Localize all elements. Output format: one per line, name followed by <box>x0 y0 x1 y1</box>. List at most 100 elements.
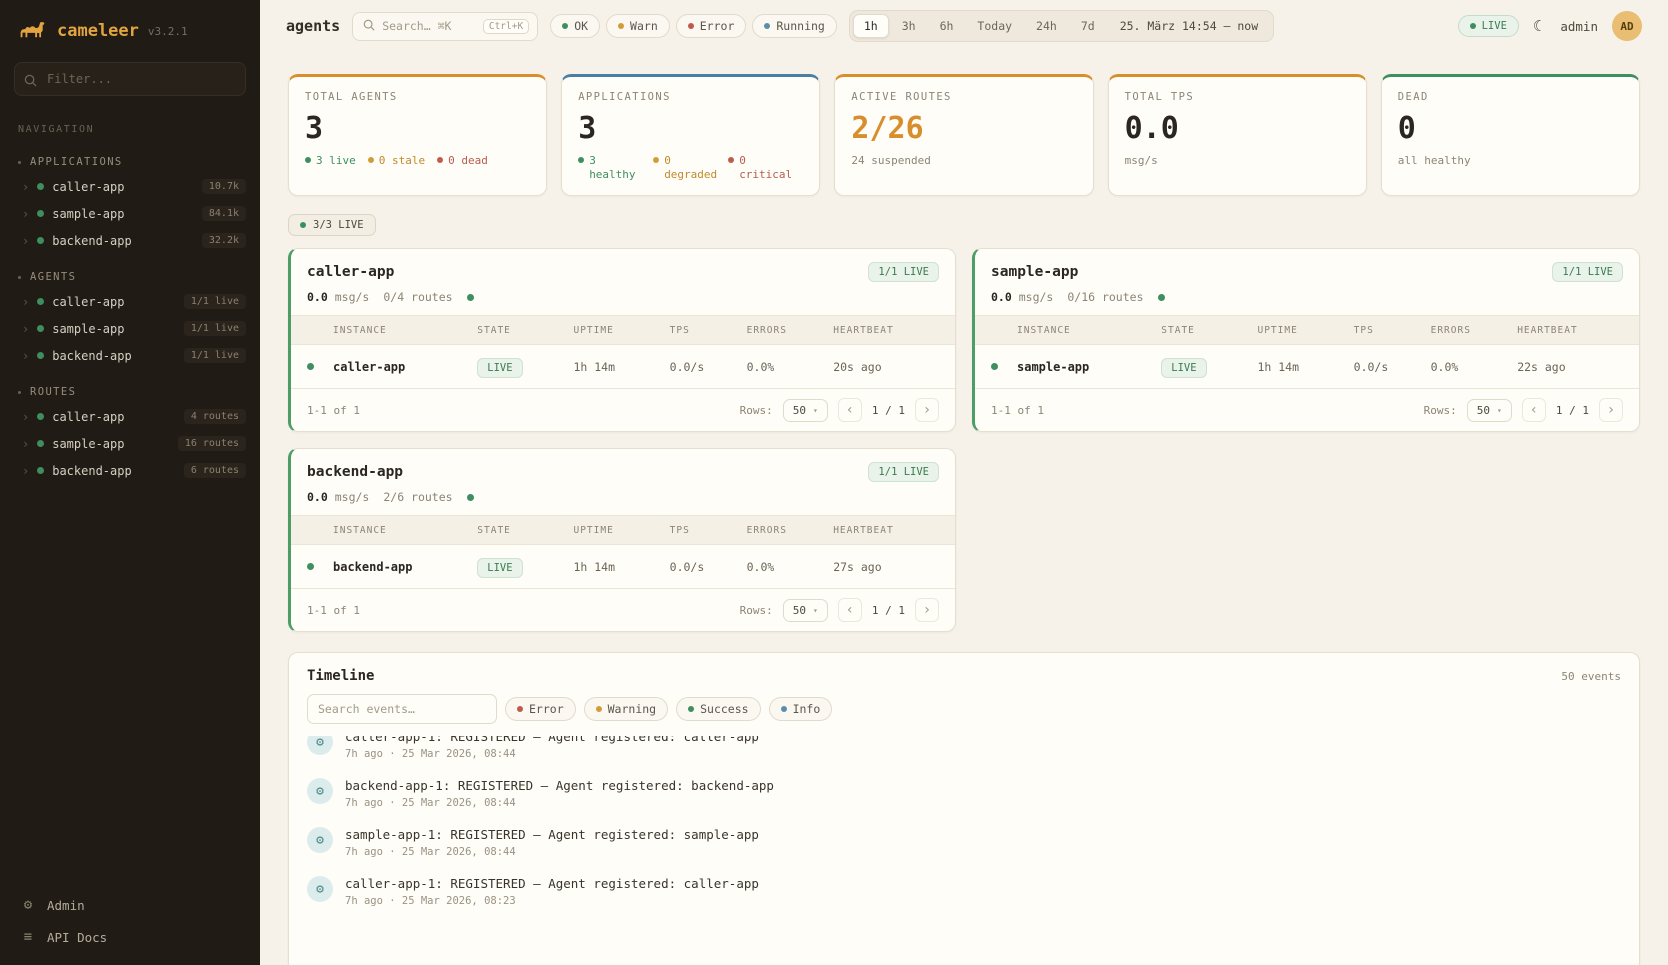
live-count-badge: 1/1 LIVE <box>1552 262 1623 282</box>
chip-label: Running <box>776 19 824 33</box>
chevron-right-icon: › <box>22 350 29 362</box>
sidebar-item-label: backend-app <box>52 234 194 248</box>
avatar[interactable]: AD <box>1612 11 1642 41</box>
prev-page-button[interactable]: ‹ <box>838 598 862 622</box>
sidebar-item-backend-app[interactable]: › backend-app 32.2k <box>0 227 260 254</box>
info-dot <box>781 706 787 712</box>
section-bullet-icon <box>18 161 21 164</box>
sidebar-item-label: caller-app <box>52 410 176 424</box>
filter-chip-warn[interactable]: Warn <box>606 14 670 38</box>
chip-label: Info <box>793 702 821 716</box>
chevron-down-icon: ▾ <box>813 406 818 415</box>
chip-label: OK <box>574 19 588 33</box>
prev-page-button[interactable]: ‹ <box>838 398 862 422</box>
section-header-agents[interactable]: AGENTS <box>0 266 260 288</box>
table-header: INSTANCE STATE UPTIME TPS ERRORS HEARTBE… <box>291 315 955 345</box>
timeline-event[interactable]: ⚙ caller-app-1: REGISTERED — Agent regis… <box>289 736 1639 769</box>
sidebar-item-caller-app[interactable]: › caller-app 4 routes <box>0 403 260 430</box>
chevron-down-icon: ▾ <box>1497 406 1502 415</box>
column-header-errors: ERRORS <box>747 525 834 536</box>
sidebar-filter-input[interactable] <box>14 62 246 96</box>
stale-dot <box>368 157 374 163</box>
timeline-filter-success[interactable]: Success <box>676 697 760 721</box>
theme-toggle-moon-icon[interactable]: ☾ <box>1533 17 1546 35</box>
filter-chip-ok[interactable]: OK <box>550 14 600 38</box>
sidebar-item-label: sample-app <box>52 207 194 221</box>
timeline-event[interactable]: ⚙ backend-app-1: REGISTERED — Agent regi… <box>289 769 1639 818</box>
table-row[interactable]: caller-app LIVE 1h 14m 0.0/s 0.0% 20s ag… <box>291 345 955 388</box>
next-page-button[interactable]: › <box>1599 398 1623 422</box>
time-range-3h[interactable]: 3h <box>891 14 927 38</box>
tps-value: 0.0/s <box>670 360 747 374</box>
sidebar-item-caller-app[interactable]: › caller-app 1/1 live <box>0 288 260 315</box>
status-dot <box>37 325 44 332</box>
live-summary-label: 3/3 LIVE <box>313 219 364 231</box>
stat-cards-row: TOTAL AGENTS 3 3 live 0 stale 0 dead APP… <box>288 74 1640 196</box>
sidebar-item-api-docs[interactable]: ≡ API Docs <box>20 929 240 945</box>
stat-title: TOTAL TPS <box>1125 91 1350 103</box>
next-page-button[interactable]: › <box>915 598 939 622</box>
page-title: agents <box>286 17 340 35</box>
table-row[interactable]: backend-app LIVE 1h 14m 0.0/s 0.0% 27s a… <box>291 545 955 588</box>
section-header-applications[interactable]: APPLICATIONS <box>0 151 260 173</box>
timeline-events-list[interactable]: ⚙ caller-app-1: REGISTERED — Agent regis… <box>289 736 1639 916</box>
status-dot <box>467 294 474 301</box>
timeline-filter-error[interactable]: Error <box>505 697 576 721</box>
sidebar-item-sample-app[interactable]: › sample-app 84.1k <box>0 200 260 227</box>
stat-value: 2/26 <box>851 113 1076 145</box>
timeline-filter-info[interactable]: Info <box>769 697 833 721</box>
warn-status-dot <box>618 23 624 29</box>
sidebar-item-sample-app[interactable]: › sample-app 16 routes <box>0 430 260 457</box>
row-range-label: 1-1 of 1 <box>991 404 1044 417</box>
topbar: agents Search… ⌘K Ctrl+K OK Warn Error <box>260 0 1668 52</box>
sidebar-item-caller-app[interactable]: › caller-app 10.7k <box>0 173 260 200</box>
prev-page-button[interactable]: ‹ <box>1522 398 1546 422</box>
time-range-6h[interactable]: 6h <box>929 14 965 38</box>
status-dot <box>307 363 314 370</box>
stat-detail: 0 dead <box>448 154 488 167</box>
uptime-value: 1h 14m <box>1257 360 1353 374</box>
event-title: sample-app-1: REGISTERED — Agent registe… <box>345 827 759 842</box>
throughput-value: 0.0 <box>307 290 328 304</box>
tps-value: 0.0/s <box>1354 360 1431 374</box>
time-range-1h[interactable]: 1h <box>853 14 889 38</box>
api-docs-label: API Docs <box>47 930 107 945</box>
timeline-event[interactable]: ⚙ caller-app-1: REGISTERED — Agent regis… <box>289 867 1639 916</box>
agent-card-title: sample-app <box>991 264 1078 280</box>
instance-name: sample-app <box>1017 360 1161 374</box>
timeline-filter-warning[interactable]: Warning <box>584 697 668 721</box>
heartbeat-value: 20s ago <box>833 360 939 374</box>
stat-detail: 3 healthy <box>589 154 641 184</box>
rows-per-page-select[interactable]: 50 ▾ <box>783 599 828 622</box>
search-input[interactable]: Search… ⌘K Ctrl+K <box>352 12 538 41</box>
time-range-7d[interactable]: 7d <box>1070 14 1106 38</box>
sidebar-item-backend-app[interactable]: › backend-app 6 routes <box>0 457 260 484</box>
sidebar-item-admin[interactable]: ⚙ Admin <box>20 897 240 913</box>
agent-card-title: caller-app <box>307 264 394 280</box>
time-range-today[interactable]: Today <box>966 14 1023 38</box>
filter-chip-error[interactable]: Error <box>676 14 747 38</box>
filter-chip-running[interactable]: Running <box>752 14 836 38</box>
timeline-event[interactable]: ⚙ sample-app-1: REGISTERED — Agent regis… <box>289 818 1639 867</box>
rows-per-page-select[interactable]: 50 ▾ <box>1467 399 1512 422</box>
agent-card-backend-app: backend-app 1/1 LIVE 0.0 msg/s 2/6 route… <box>288 448 956 632</box>
app-logo[interactable]: cameleer v3.2.1 <box>0 0 260 56</box>
chevron-right-icon: › <box>22 465 29 477</box>
chevron-right-icon: › <box>22 296 29 308</box>
event-timestamp: 7h ago · 25 Mar 2026, 08:23 <box>345 895 759 907</box>
column-header-state: STATE <box>1161 325 1257 336</box>
warning-dot <box>596 706 602 712</box>
instance-name: caller-app <box>333 360 477 374</box>
rows-per-page-select[interactable]: 50 ▾ <box>783 399 828 422</box>
navigation-label: NAVIGATION <box>0 106 260 139</box>
section-header-routes[interactable]: ROUTES <box>0 381 260 403</box>
timeline-search-input[interactable] <box>307 694 497 724</box>
sidebar-item-badge: 84.1k <box>202 206 246 221</box>
next-page-button[interactable]: › <box>915 398 939 422</box>
stat-subtitle: all healthy <box>1398 154 1623 167</box>
sidebar-item-sample-app[interactable]: › sample-app 1/1 live <box>0 315 260 342</box>
table-row[interactable]: sample-app LIVE 1h 14m 0.0/s 0.0% 22s ag… <box>975 345 1639 388</box>
sidebar-item-backend-app[interactable]: › backend-app 1/1 live <box>0 342 260 369</box>
time-range-24h[interactable]: 24h <box>1025 14 1068 38</box>
status-dot <box>467 494 474 501</box>
